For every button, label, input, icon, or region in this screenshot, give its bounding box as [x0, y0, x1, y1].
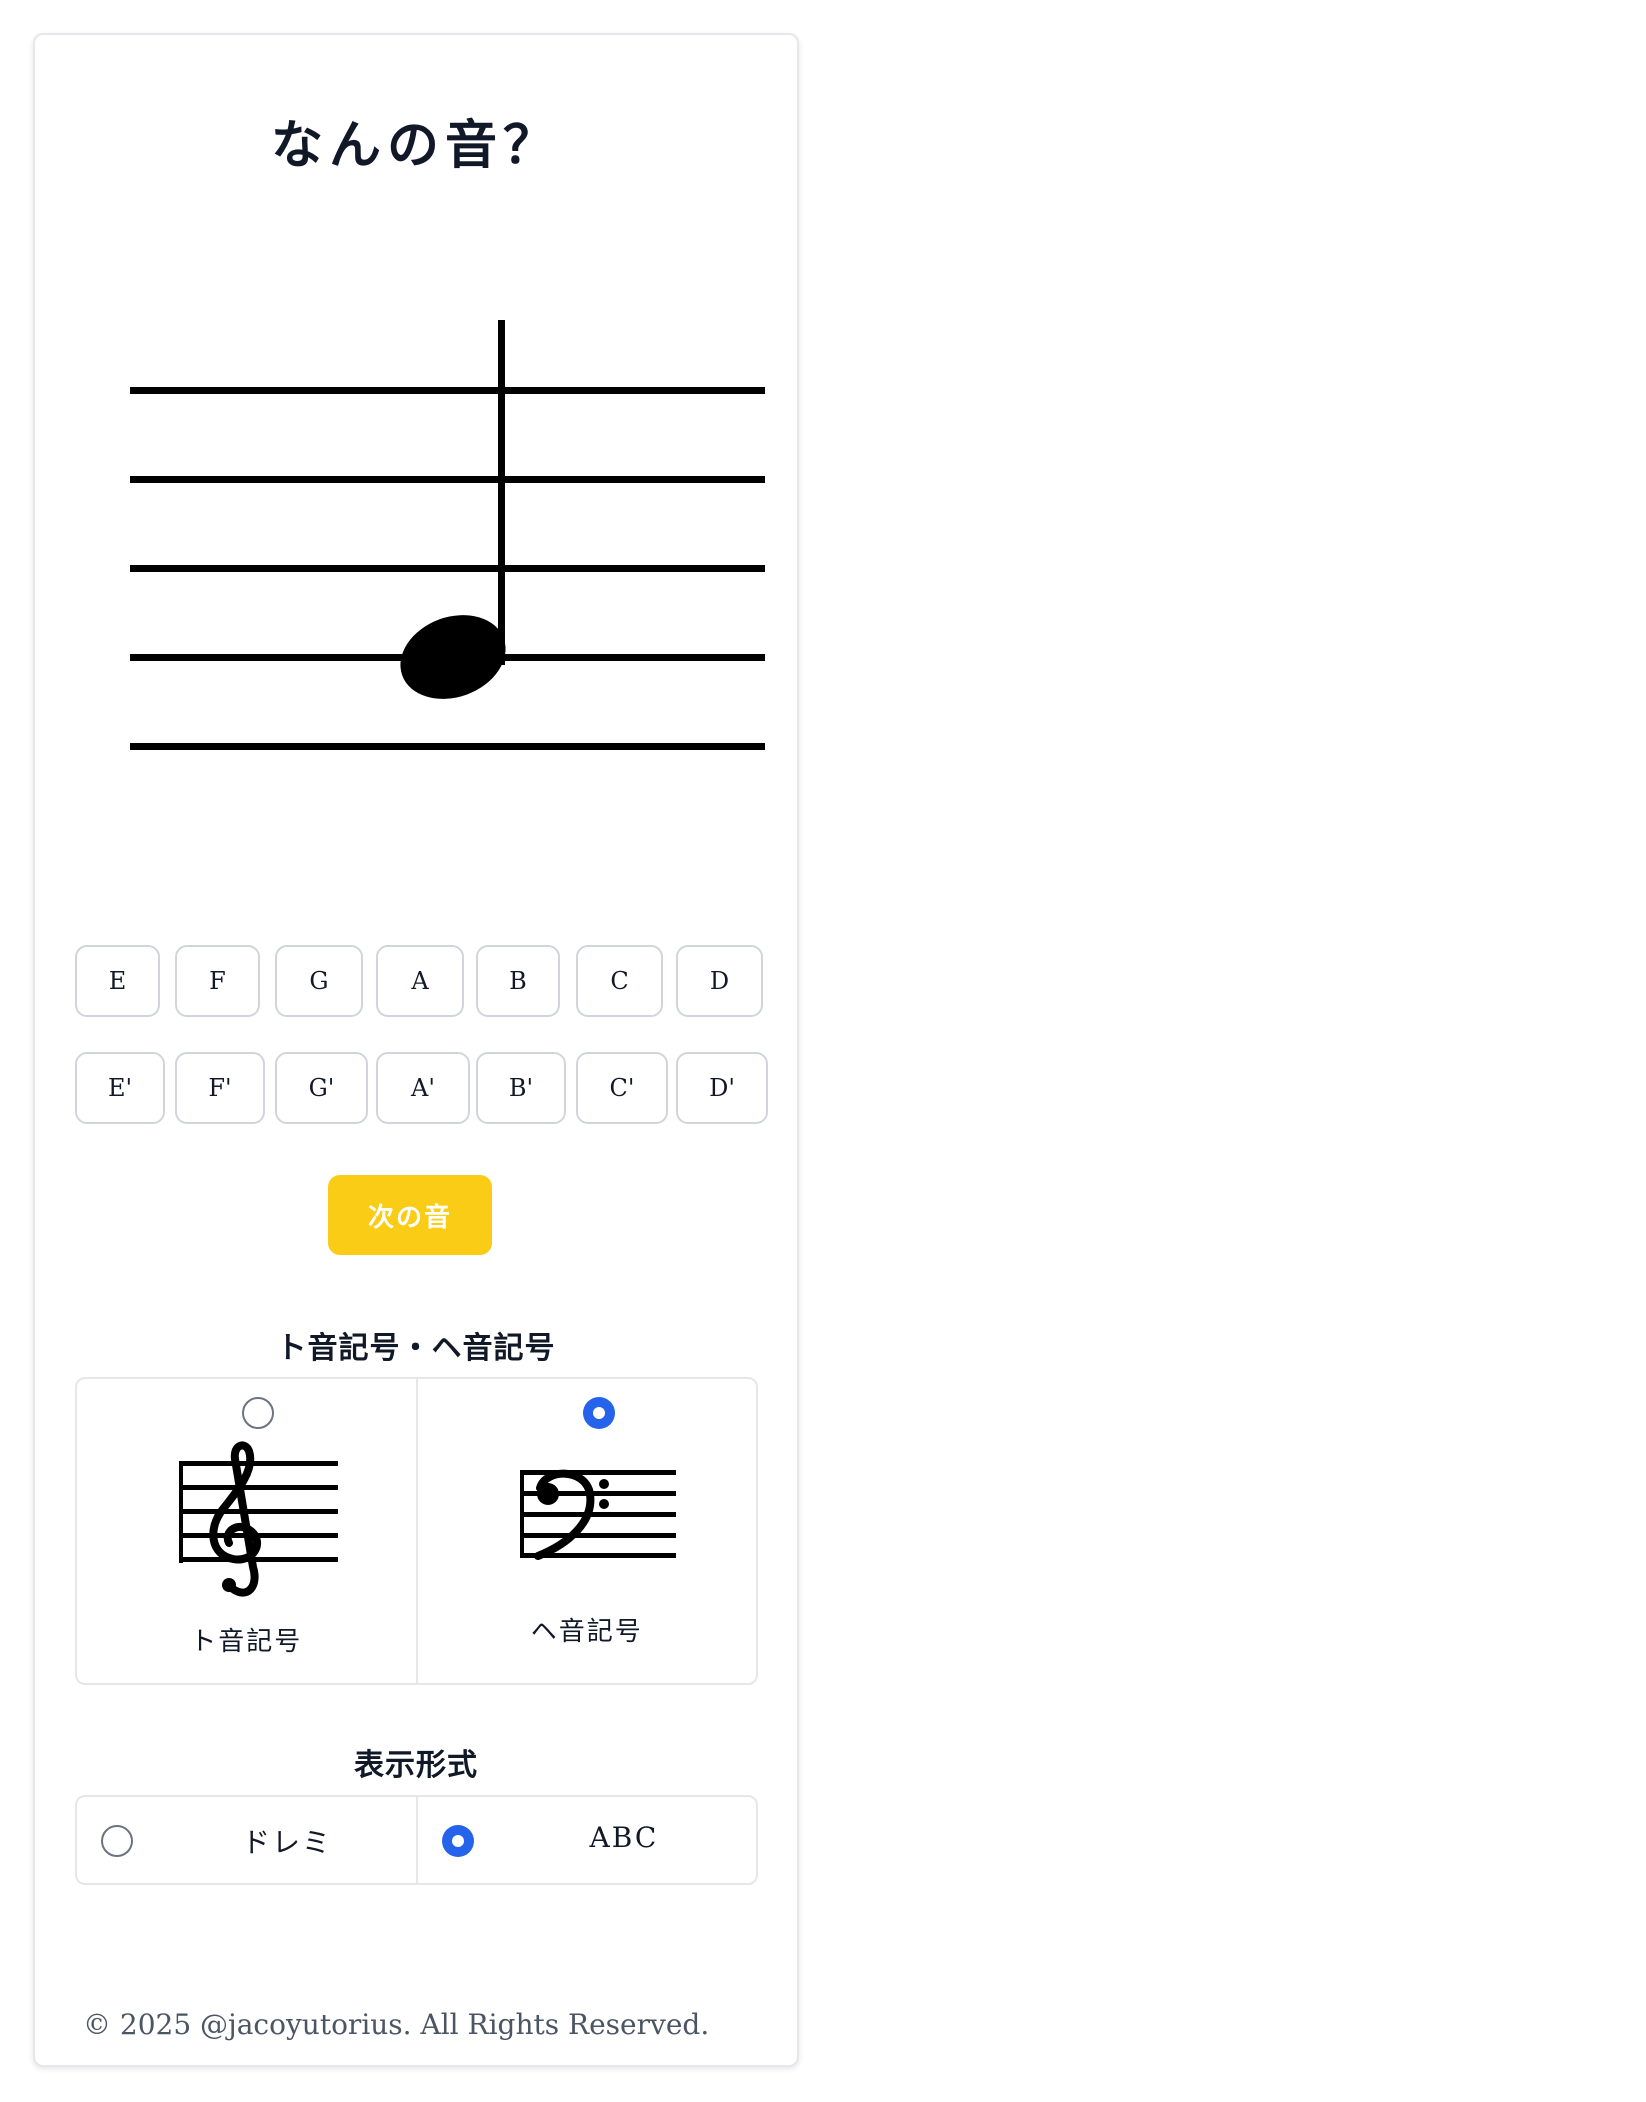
bass-clef-radio[interactable] [582, 1397, 615, 1429]
note-button-e-high[interactable]: E' [75, 1052, 165, 1124]
note-button-a[interactable]: A [376, 945, 464, 1017]
treble-clef-radio[interactable] [242, 1397, 274, 1429]
format-option-group: ドレミ ABC [75, 1795, 758, 1885]
bass-clef-icon [519, 1469, 676, 1560]
note-button-f-high[interactable]: F' [175, 1052, 265, 1124]
note-button-b[interactable]: B [476, 945, 560, 1017]
note-button-d[interactable]: D [676, 945, 763, 1017]
doremi-radio[interactable] [101, 1825, 133, 1857]
treble-clef-label: ト音記号 [190, 1627, 303, 1657]
note-button-g-high[interactable]: G' [275, 1052, 368, 1124]
doremi-label: ドレミ [242, 1826, 333, 1859]
quiz-card: なんの音？ E F G A B C D E' F' G' A' B' C' D'… [33, 33, 799, 2067]
staff-line [130, 387, 765, 394]
staff-line [130, 743, 765, 750]
next-note-button[interactable]: 次の音 [328, 1175, 492, 1255]
bass-clef-label: ヘ音記号 [530, 1617, 643, 1647]
clef-option-group: ト音記号 ヘ音記号 [75, 1377, 758, 1685]
note-button-c[interactable]: C [576, 945, 663, 1017]
note-button-g[interactable]: G [275, 945, 363, 1017]
format-section-heading: 表示形式 [354, 1748, 478, 1783]
staff-line [130, 476, 765, 483]
note-button-f[interactable]: F [175, 945, 260, 1017]
clef-option-treble[interactable]: ト音記号 [77, 1379, 416, 1683]
quarter-note [400, 320, 506, 699]
note-button-d-high[interactable]: D' [676, 1052, 768, 1124]
copyright-footer: © 2025 @jacoyutorius. All Rights Reserve… [83, 2008, 710, 2041]
note-button-a-high[interactable]: A' [376, 1052, 470, 1124]
format-option-doremi[interactable]: ドレミ [77, 1797, 416, 1883]
abc-label: ABC [589, 1821, 659, 1854]
staff-line [130, 565, 765, 572]
abc-radio[interactable] [441, 1825, 474, 1857]
note-stem [498, 320, 505, 665]
clef-section-heading: ト音記号・ヘ音記号 [276, 1331, 556, 1366]
clef-option-bass[interactable]: ヘ音記号 [415, 1379, 757, 1683]
note-button-c-high[interactable]: C' [576, 1052, 668, 1124]
treble-clef-icon [179, 1441, 338, 1597]
page-title: なんの音？ [270, 116, 561, 176]
note-button-e[interactable]: E [75, 945, 160, 1017]
music-staff [130, 320, 765, 750]
note-button-b-high[interactable]: B' [476, 1052, 566, 1124]
format-option-abc[interactable]: ABC [415, 1797, 757, 1883]
